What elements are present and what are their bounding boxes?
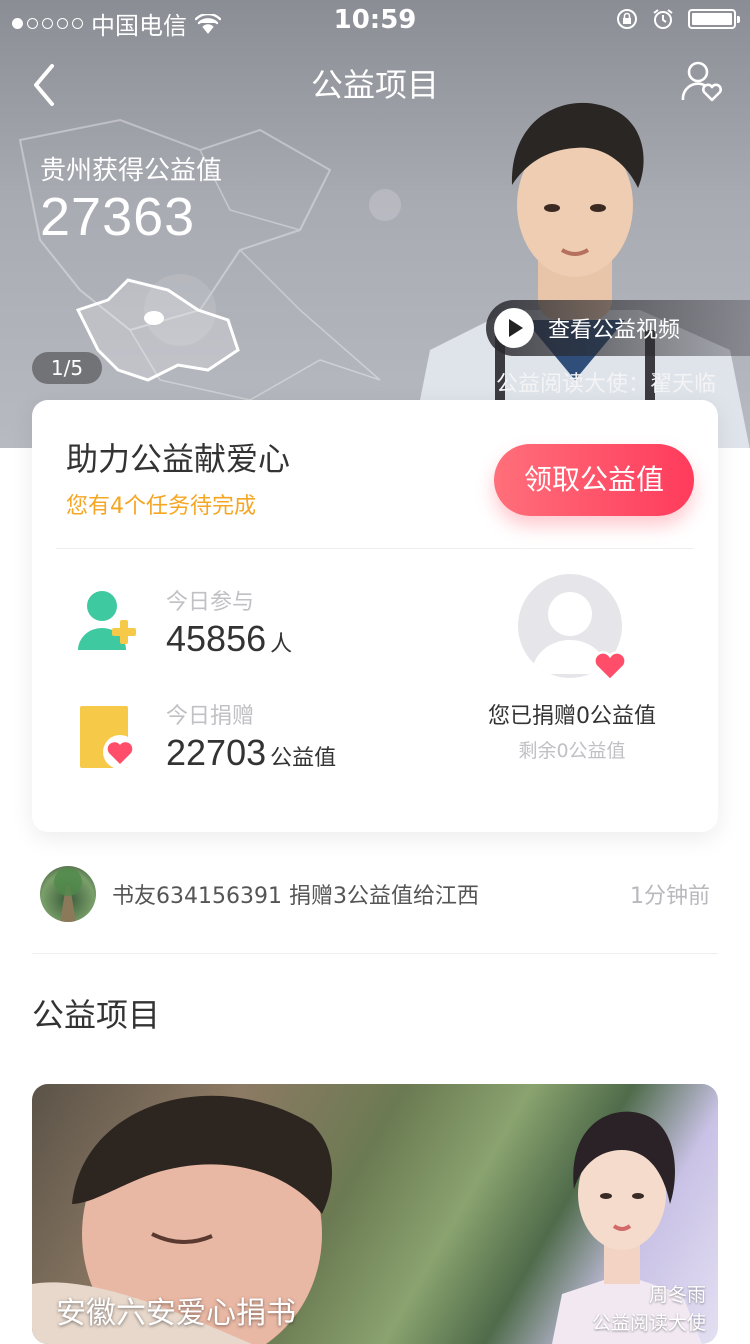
rotation-lock-icon	[617, 9, 637, 29]
today-join-value: 45856	[166, 618, 267, 659]
battery-icon	[688, 9, 740, 29]
today-donate-value: 22703	[166, 732, 267, 773]
donated-text: 您已捐赠0公益值	[488, 704, 656, 729]
watch-video-label: 查看公益视频	[548, 318, 681, 343]
today-join-unit: 人	[270, 632, 293, 657]
today-join-label: 今日参与	[166, 590, 255, 615]
divider	[56, 548, 694, 549]
banner-title: 安徽六安爱心捐书	[56, 1296, 296, 1331]
task-count-label[interactable]: 您有4个任务待完成	[66, 488, 256, 520]
feed-time: 1分钟前	[630, 884, 710, 909]
feed-avatar	[40, 866, 96, 922]
banner-ambassador-role: 公益阅读大使	[591, 1312, 706, 1334]
ambassador-label: 公益阅读大使：翟天临	[495, 372, 716, 397]
alarm-icon	[653, 9, 673, 29]
watch-video-button[interactable]: 查看公益视频	[486, 300, 750, 356]
card-title: 助力公益献爱心	[66, 440, 291, 478]
add-user-icon	[78, 591, 136, 650]
donation-heart-icon	[80, 706, 137, 769]
donation-feed-item: 书友634156391 捐赠3公益值给江西 1分钟前	[32, 862, 718, 954]
today-donate-unit: 公益值	[270, 746, 337, 771]
today-join-stat: 今日参与 45856 人	[72, 584, 402, 674]
donation-card: 助力公益献爱心 您有4个任务待完成 领取公益值 今日参与 45856 人 今日捐赠…	[32, 400, 718, 832]
heart-icon	[593, 651, 627, 682]
province-value: 27363	[40, 187, 196, 247]
section-title: 公益项目	[32, 996, 161, 1034]
today-donate-label: 今日捐赠	[166, 704, 255, 729]
today-donate-stat: 今日捐赠 22703 公益值	[72, 698, 402, 788]
claim-points-button[interactable]: 领取公益值	[494, 444, 694, 516]
banner-ambassador-name: 周冬雨	[648, 1284, 706, 1306]
hero-banner[interactable]: 中国电信 10:59 公益项目 贵州获得公益值 27363 1/5 查看公益视频…	[0, 0, 750, 448]
status-bar: 中国电信 10:59	[0, 0, 750, 40]
feed-text: 书友634156391 捐赠3公益值给江西	[112, 884, 479, 909]
province-label: 贵州获得公益值	[40, 156, 223, 186]
project-banner[interactable]: 安徽六安爱心捐书 周冬雨 公益阅读大使	[32, 1084, 718, 1344]
remaining-text: 剩余0公益值	[518, 740, 626, 762]
play-icon	[494, 308, 534, 348]
carousel-pager: 1/5	[32, 352, 102, 384]
